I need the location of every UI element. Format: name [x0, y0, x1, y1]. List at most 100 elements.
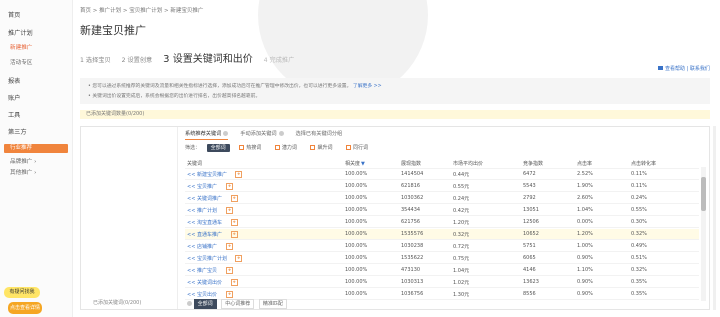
filter-potential[interactable]: 潜力词 — [271, 144, 301, 152]
table-cell: 1535622 — [401, 255, 424, 261]
table-cell: 100.00% — [345, 279, 368, 285]
table-cell: 0.90% — [577, 255, 593, 261]
table-cell: 4146 — [523, 267, 536, 273]
table-row[interactable]: << 关键词出价 ✚ 100.00% 1030313 1.02元 13623 0.90% 0.… — [185, 277, 699, 288]
table-row[interactable]: << 店铺推广 ✚ 100.00% 1030238 0.72元 5751 1.00% 0.49… — [185, 241, 699, 252]
bottom-tab-center[interactable]: 中心词推荐 — [221, 299, 255, 309]
mascot-widget[interactable]: 有疑问找我 点击查看详情 — [0, 284, 46, 317]
keyword-cell[interactable]: << 关键词推广 — [187, 195, 222, 202]
table-row[interactable]: << 新建宝贝推广 ✚ 100.00% 1414504 0.44元 6472 2.52% 0.… — [185, 169, 699, 180]
breadcrumb[interactable]: 首页 > 推广计划 > 宝贝推广计划 > 新建宝贝推广 — [80, 6, 203, 14]
add-keyword-icon[interactable]: ✚ — [235, 171, 243, 178]
add-keyword-icon[interactable]: ✚ — [230, 195, 238, 202]
sidebar-subitem-new[interactable]: 新建推广 — [10, 43, 32, 51]
col-header-avg-bid[interactable]: 市场平均出价 — [453, 160, 483, 167]
keyword-cell[interactable]: << 店铺推广 — [187, 243, 217, 250]
keyword-cell[interactable]: << 宝贝推广 — [187, 183, 217, 190]
table-cell: 0.11% — [631, 171, 647, 177]
add-keyword-icon[interactable]: ✚ — [230, 219, 238, 226]
tab-manual-add[interactable]: 手动添加关键词 — [240, 130, 284, 139]
filter-hot[interactable]: 热搜词 — [235, 144, 265, 152]
sidebar-item-third-party[interactable]: 第三方 — [8, 127, 27, 136]
keyword-cell[interactable]: << 新建宝贝推广 — [187, 171, 227, 178]
sidebar-item-home[interactable]: 首页 — [8, 10, 20, 19]
keyword-cell[interactable]: << 淘宝直通车 — [187, 219, 222, 226]
filter-peer[interactable]: 同行词 — [342, 144, 372, 152]
add-keyword-icon[interactable]: ✚ — [226, 207, 234, 214]
col-header-impressions[interactable]: 展现指数 — [401, 160, 421, 167]
col-header-competition[interactable]: 竞争指数 — [523, 160, 543, 167]
checkbox-icon — [346, 145, 352, 150]
table-cell: 0.11% — [631, 183, 647, 189]
filter-label: 筛选： — [185, 145, 201, 151]
table-row[interactable]: << 宝贝推广 ✚ 100.00% 621816 0.55元 5543 1.90% 0.11% — [185, 181, 699, 192]
help-icon — [223, 131, 229, 136]
col-header-cvr[interactable]: 点击转化率 — [631, 160, 656, 167]
added-keywords-bar: 已添加关键词数量(0/200) — [80, 110, 710, 119]
add-keyword-icon[interactable]: ✚ — [226, 243, 234, 250]
table-cell: 100.00% — [345, 243, 368, 249]
step-4: 4 完成推广 — [263, 57, 295, 64]
add-keyword-icon[interactable]: ✚ — [230, 279, 238, 286]
table-scrollbar[interactable] — [701, 167, 706, 301]
filter-all[interactable]: 全部词 — [206, 144, 230, 152]
sidebar-item-promotion[interactable]: 推广计划 — [8, 28, 33, 37]
add-keyword-icon[interactable]: ✚ — [235, 255, 243, 262]
table-cell: 13623 — [523, 279, 539, 285]
help-icon — [187, 301, 192, 306]
table-cell: 13051 — [523, 207, 539, 213]
table-cell: 0.72元 — [453, 244, 470, 250]
table-row[interactable]: << 淘宝直通车 ✚ 100.00% 621756 1.20元 12506 0.00% 0.3… — [185, 217, 699, 228]
sidebar-extra-2[interactable]: 其他推广 › — [10, 168, 36, 176]
table-cell: 1030362 — [401, 195, 424, 201]
mascot-bubble-bottom[interactable]: 点击查看详情 — [8, 302, 42, 314]
tab-system-recommend[interactable]: 系统推荐关键词 — [185, 130, 229, 140]
table-row[interactable]: << 关键词推广 ✚ 100.00% 1030362 0.24元 2792 2.60% 0.2… — [185, 193, 699, 204]
keyword-cell[interactable]: << 直通车推广 — [187, 231, 222, 238]
table-scroll-thumb[interactable] — [701, 177, 706, 211]
table-cell: 1.90% — [577, 183, 593, 189]
filter-rising[interactable]: 飙升词 — [306, 144, 336, 152]
bottom-tab-exact[interactable]: 精准匹配 — [258, 299, 287, 309]
sidebar-item-tools[interactable]: 工具 — [8, 110, 20, 119]
add-keyword-icon[interactable]: ✚ — [226, 183, 234, 190]
add-keyword-icon[interactable]: ✚ — [226, 267, 234, 274]
keyword-cell[interactable]: << 推广宝贝 — [187, 267, 217, 274]
step-3-current: 3 设置关键词和出价 — [163, 54, 253, 65]
notice-line-2: • 关键词出价设置完成后，系统会根据您的出价进行排名，出价越高排名越靠前。 — [88, 94, 261, 99]
keyword-cell[interactable]: << 推广计划 — [187, 207, 217, 214]
table-row[interactable]: << 推广计划 ✚ 100.00% 354434 0.42元 13051 1.04% 0.55… — [185, 205, 699, 216]
table-cell: 0.00% — [577, 219, 593, 225]
table-cell: 621816 — [401, 183, 421, 189]
keyword-cell[interactable]: << 关键词出价 — [187, 279, 222, 286]
table-cell: 1030313 — [401, 279, 424, 285]
col-header-ctr[interactable]: 点击率 — [577, 160, 592, 167]
table-row[interactable]: << 直通车推广 ✚ 100.00% 1535576 0.32元 10652 1.20% 0.… — [185, 229, 699, 240]
help-links[interactable]: 查看帮助 | 联系我们 — [658, 65, 710, 72]
table-cell: 100.00% — [345, 231, 368, 237]
table-cell: 1.00% — [577, 243, 593, 249]
col-header-relevance[interactable]: 相关度▼ — [345, 160, 365, 167]
tab-existing-group[interactable]: 选择已有关键词分组 — [296, 130, 343, 139]
bottom-tab-all[interactable]: 全部词 — [193, 299, 217, 309]
add-keyword-icon[interactable]: ✚ — [226, 291, 234, 298]
keyword-cell[interactable]: << 宝贝推广计划 — [187, 255, 227, 262]
sidebar-extra-1[interactable]: 品牌推广 › — [10, 157, 36, 165]
notice-learn-more-link[interactable]: 了解更多 >> — [353, 84, 382, 89]
page-scrollbar[interactable] — [713, 126, 716, 310]
keyword-panel: 已添加关键词(0/200) 系统推荐关键词 手动添加关键词 选择已有关键词分组 … — [80, 126, 710, 310]
add-keyword-icon[interactable]: ✚ — [230, 231, 238, 238]
table-cell: 2.60% — [577, 195, 593, 201]
table-row[interactable]: << 宝贝推广计划 ✚ 100.00% 1535622 0.75元 6065 0.90% 0.… — [185, 253, 699, 264]
sidebar-subitem-activity[interactable]: 活动专区 — [10, 58, 32, 66]
col-header-keyword[interactable]: 关键词 — [187, 160, 202, 167]
table-row[interactable]: << 推广宝贝 ✚ 100.00% 473130 1.04元 4146 1.10% 0.32% — [185, 265, 699, 276]
sidebar-orange-banner[interactable]: 行业推荐 — [4, 144, 68, 153]
mascot-bubble-top: 有疑问找我 — [4, 287, 40, 298]
table-cell: 1030238 — [401, 243, 424, 249]
bottom-filter-tabs: 全部词 中心词推荐 精准匹配 — [185, 299, 290, 309]
step-indicator: 1 选择宝贝 2 设置创意 3 设置关键词和出价 4 完成推广 — [80, 50, 303, 65]
sidebar-item-account[interactable]: 账户 — [8, 93, 20, 102]
sidebar-item-report[interactable]: 报表 — [8, 76, 20, 85]
keyword-cell[interactable]: << 宝贝出价 — [187, 291, 217, 298]
